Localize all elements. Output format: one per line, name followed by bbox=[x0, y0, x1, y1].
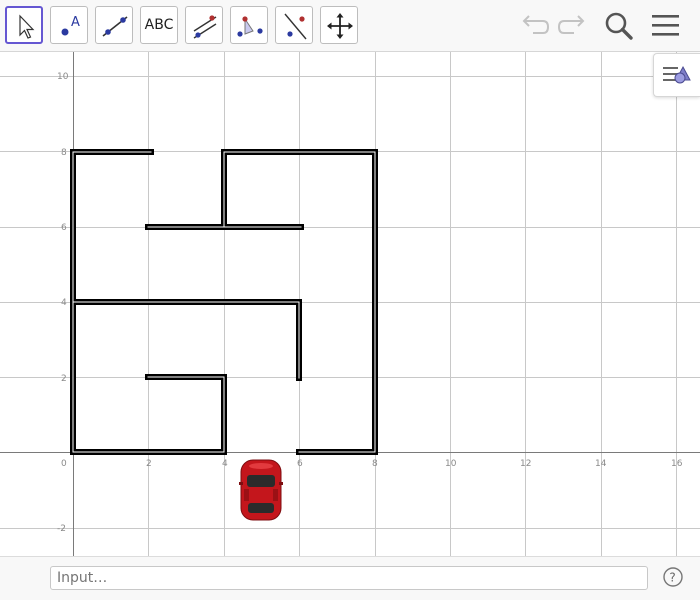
perpendicular-tool-button[interactable] bbox=[185, 6, 223, 44]
move-arrows-icon bbox=[327, 13, 353, 39]
x-tick-label: 6 bbox=[297, 459, 303, 469]
main-menu-button[interactable] bbox=[648, 6, 684, 44]
search-icon bbox=[605, 12, 633, 40]
angle-icon bbox=[237, 16, 263, 37]
point-a-icon: A bbox=[61, 15, 80, 36]
input-bar: ? bbox=[0, 556, 700, 600]
menu-icon bbox=[652, 15, 679, 36]
x-tick-label: 2 bbox=[146, 459, 152, 469]
redo-button[interactable] bbox=[554, 6, 590, 44]
x-tick-label: 4 bbox=[222, 459, 228, 469]
x-tick-label: 14 bbox=[595, 459, 607, 469]
x-tick-label: 16 bbox=[671, 459, 683, 469]
help-label: ? bbox=[669, 571, 675, 585]
undo-button[interactable] bbox=[517, 6, 553, 44]
reflect-about-line-icon bbox=[284, 13, 307, 40]
style-bar-toggle-icon bbox=[663, 65, 691, 84]
y-tick-label: 6 bbox=[61, 223, 67, 233]
coordinate-plane: 0 2 4 6 8 10 12 14 16 10 8 6 4 2 -2 bbox=[0, 52, 700, 556]
help-icon: ? bbox=[663, 567, 683, 587]
x-tick-label: 8 bbox=[372, 459, 378, 469]
car-image[interactable] bbox=[239, 459, 283, 521]
y-tick-label: 2 bbox=[61, 374, 67, 384]
y-tick-label: 8 bbox=[61, 148, 67, 158]
line-tool-button[interactable] bbox=[95, 6, 133, 44]
move-tool-button[interactable] bbox=[5, 6, 43, 44]
angle-tool-button[interactable] bbox=[230, 6, 268, 44]
search-button[interactable] bbox=[601, 6, 637, 44]
y-tick-label: -2 bbox=[57, 524, 66, 534]
y-tick-label: 10 bbox=[57, 72, 69, 82]
undo-icon bbox=[522, 15, 550, 34]
help-button[interactable]: ? bbox=[662, 566, 684, 588]
line-through-two-points-icon bbox=[102, 16, 128, 37]
svg-text:A: A bbox=[71, 15, 80, 30]
y-tick-label: 4 bbox=[61, 298, 67, 308]
x-tick-label: 10 bbox=[445, 459, 457, 469]
move-graphics-view-button[interactable] bbox=[320, 6, 358, 44]
toolbar: A ABC bbox=[0, 0, 700, 52]
point-tool-button[interactable]: A bbox=[50, 6, 88, 44]
reflect-tool-button[interactable] bbox=[275, 6, 313, 44]
perpendicular-line-icon bbox=[193, 15, 217, 39]
x-tick-label: 0 bbox=[61, 459, 67, 469]
cursor-arrow-icon bbox=[19, 14, 35, 39]
algebra-input-field[interactable] bbox=[50, 566, 648, 590]
graphics-view[interactable]: 0 2 4 6 8 10 12 14 16 10 8 6 4 2 -2 bbox=[0, 52, 700, 556]
text-tool-button[interactable]: ABC bbox=[140, 6, 178, 44]
redo-icon bbox=[557, 15, 585, 34]
style-bar-toggle-button[interactable] bbox=[653, 53, 700, 97]
text-tool-label: ABC bbox=[144, 17, 174, 33]
x-tick-label: 12 bbox=[520, 459, 531, 469]
